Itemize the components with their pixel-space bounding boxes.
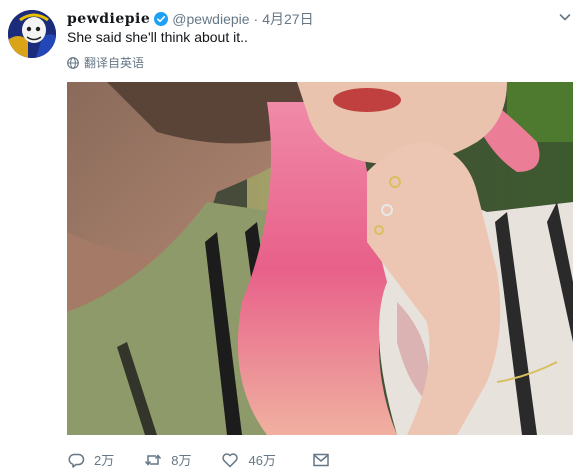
- avatar[interactable]: [8, 10, 56, 58]
- retweet-button[interactable]: 8万: [144, 450, 191, 469]
- reply-button[interactable]: 2万: [67, 450, 114, 469]
- verified-badge-icon: [154, 12, 169, 26]
- reply-icon: [68, 453, 85, 468]
- tweet-date[interactable]: 4月27日: [262, 9, 313, 29]
- retweet-icon: [145, 453, 162, 466]
- user-handle[interactable]: @pewdiepie: [172, 11, 249, 27]
- retweet-count: 8万: [171, 453, 192, 468]
- tweet-text: She said she'll think about it..: [67, 29, 248, 45]
- translate-link[interactable]: 翻译自英语: [67, 54, 144, 71]
- globe-icon: [67, 56, 79, 69]
- tweet-actions: 2万 8万 46万: [67, 450, 369, 469]
- tweet-card: pewdiepie @pewdiepie · 4月27日 She said sh…: [0, 0, 586, 472]
- reply-count: 2万: [94, 453, 115, 468]
- heart-icon: [222, 452, 239, 467]
- envelope-icon: [313, 453, 329, 466]
- like-button[interactable]: 46万: [221, 450, 276, 469]
- direct-message-button[interactable]: [312, 451, 339, 469]
- display-name[interactable]: pewdiepie: [67, 11, 150, 27]
- chevron-down-icon[interactable]: [558, 10, 572, 24]
- tweet-header: pewdiepie @pewdiepie · 4月27日: [67, 9, 314, 29]
- separator-dot: ·: [253, 11, 259, 27]
- like-count: 46万: [248, 453, 276, 468]
- photo-image: [67, 82, 573, 435]
- tweet-photo[interactable]: [67, 82, 573, 435]
- translate-label: 翻译自英语: [84, 56, 145, 70]
